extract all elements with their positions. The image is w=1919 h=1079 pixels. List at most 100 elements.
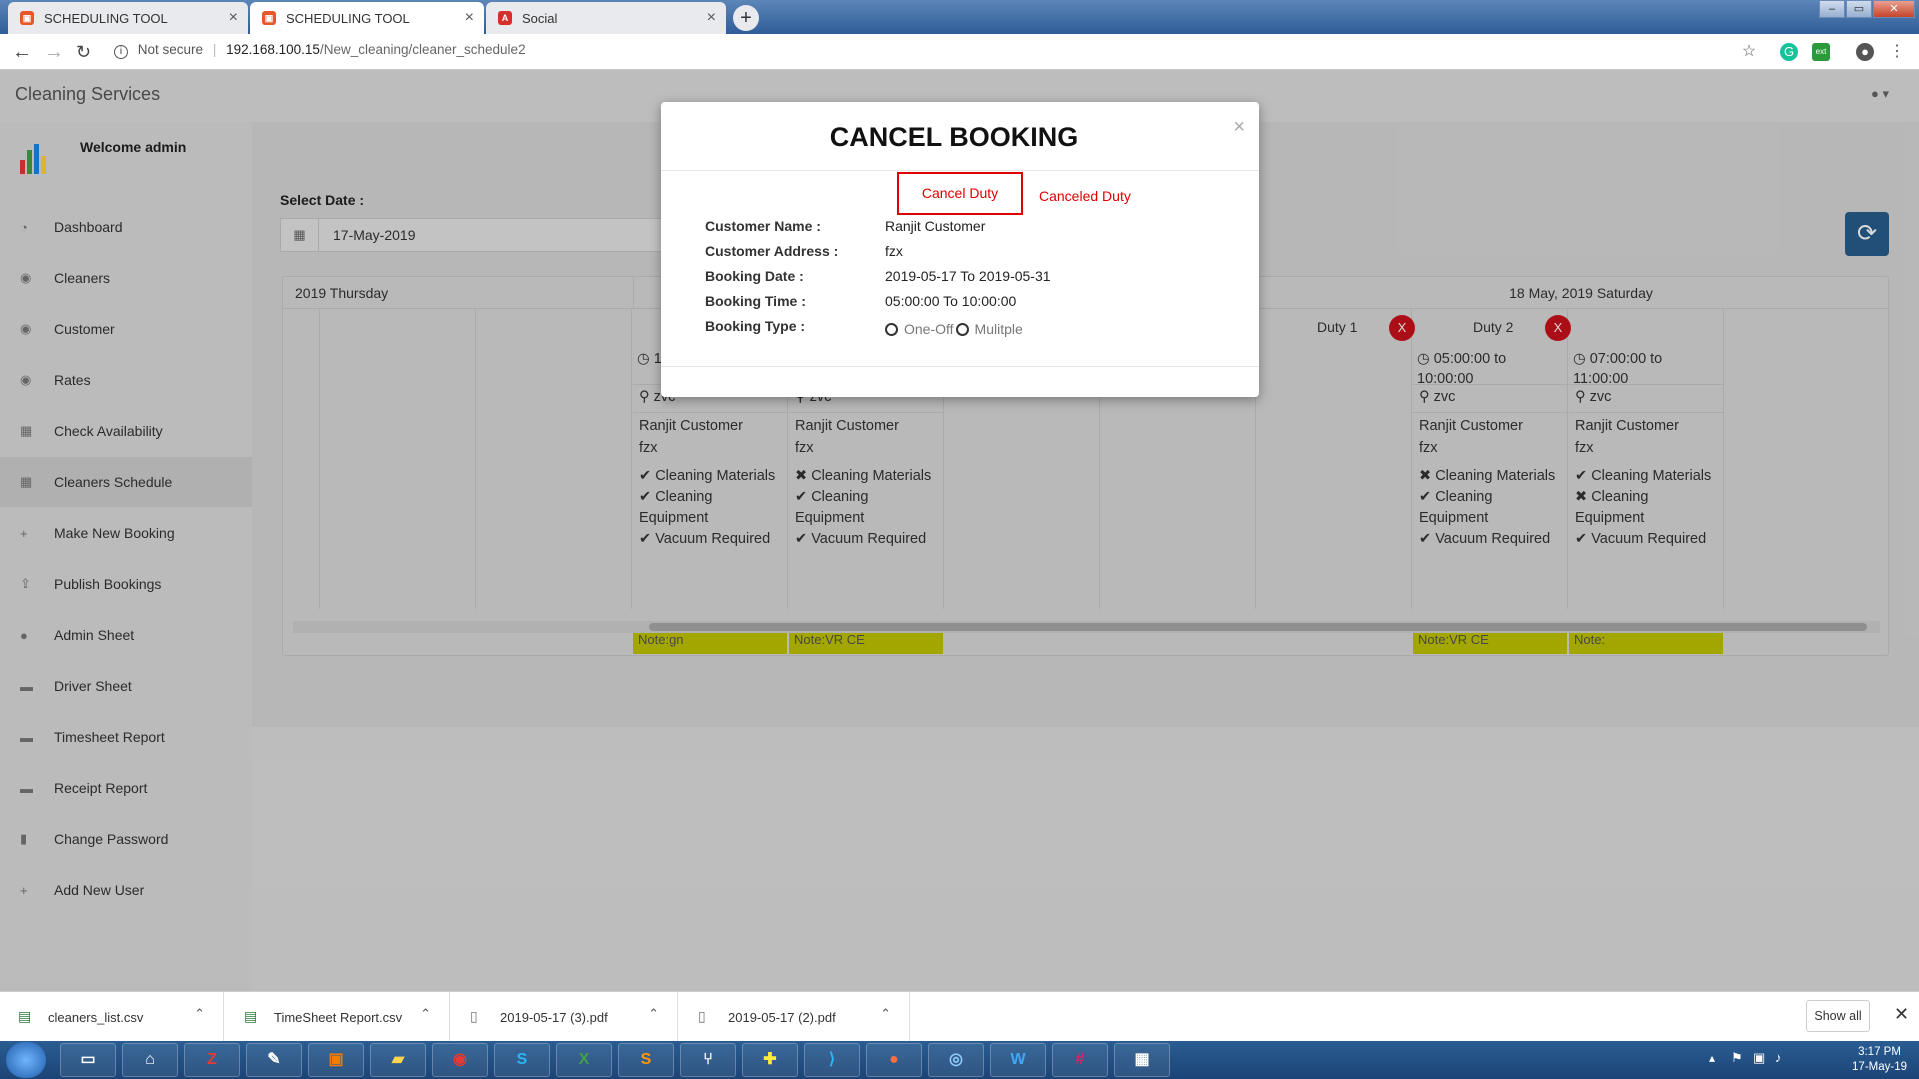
network-icon[interactable]: ▣ (1753, 1050, 1765, 1066)
csv-file-icon: ▤ (18, 1008, 32, 1024)
new-tab-button[interactable]: + (733, 5, 759, 31)
download-filename: TimeSheet Report.csv (274, 1009, 403, 1025)
customer-name-label: Customer Name : (705, 218, 821, 234)
explorer-taskbar-icon[interactable]: ▭ (60, 1043, 116, 1077)
pdf-file-icon: ▯ (470, 1008, 478, 1024)
one-off-radio[interactable] (885, 323, 898, 336)
chrome-taskbar-icon[interactable]: ◉ (432, 1043, 488, 1077)
modal-title: CANCEL BOOKING (829, 122, 1079, 152)
clock-time: 3:17 PM (1858, 1046, 1901, 1058)
excel-taskbar-icon[interactable]: X (556, 1043, 612, 1077)
booking-time-label: Booking Time : (705, 293, 806, 309)
tab-title: SCHEDULING TOOL (286, 10, 410, 26)
browser-menu-icon[interactable]: ⋮ (1888, 43, 1906, 61)
customer-name-value: Ranjit Customer (885, 218, 986, 234)
clock[interactable]: 3:17 PM 17-May-19 (1852, 1045, 1907, 1075)
chevron-up-icon[interactable]: ⌃ (420, 1006, 431, 1022)
browser-tab-1[interactable]: ▣ SCHEDULING TOOL × (8, 2, 248, 34)
browser-tab-3[interactable]: A Social × (486, 2, 726, 34)
sublime-taskbar-icon[interactable]: S (618, 1043, 674, 1077)
tab-title: Social (522, 10, 558, 26)
booking-date-label: Booking Date : (705, 268, 804, 284)
download-item[interactable]: ▯ 2019-05-17 (3).pdf ⌃ (452, 992, 678, 1042)
git-taskbar-icon[interactable]: ⑂ (680, 1043, 736, 1077)
clock-date: 17-May-19 (1852, 1061, 1907, 1073)
close-tab-icon[interactable]: × (707, 9, 716, 27)
download-filename: cleaners_list.csv (48, 1009, 144, 1025)
canceled-duty-link[interactable]: Canceled Duty (1039, 188, 1131, 204)
multiple-label: Mulitple (974, 321, 1023, 337)
close-icon[interactable]: × (1233, 116, 1245, 139)
forward-icon[interactable]: → (44, 41, 64, 64)
slack-taskbar-icon[interactable]: # (1052, 1043, 1108, 1077)
extension-icon[interactable]: ext (1812, 43, 1830, 61)
skype-taskbar-icon[interactable]: S (494, 1043, 550, 1077)
angular-favicon-icon: A (498, 11, 512, 25)
puzzle-taskbar-icon[interactable]: ✚ (742, 1043, 798, 1077)
url-separator: | (212, 42, 217, 57)
modal-footer-divider (661, 366, 1259, 367)
customer-address-label: Customer Address : (705, 243, 839, 259)
cancel-booking-modal: CANCEL BOOKING × Cancel Duty Canceled Du… (661, 102, 1259, 397)
folder-taskbar-icon[interactable]: ▰ (370, 1043, 426, 1077)
window-close-button[interactable]: ✕ (1873, 0, 1915, 18)
tab-title: SCHEDULING TOOL (44, 10, 168, 26)
booking-date-value: 2019-05-17 To 2019-05-31 (885, 268, 1051, 284)
close-tab-icon[interactable]: × (465, 9, 474, 27)
downloads-bar: ▤ cleaners_list.csv ⌃ ▤ TimeSheet Report… (0, 991, 1919, 1042)
postman-taskbar-icon[interactable]: ● (866, 1043, 922, 1077)
chevron-up-icon[interactable]: ⌃ (648, 1006, 659, 1022)
multiple-radio[interactable] (955, 323, 969, 336)
booking-type-label: Booking Type : (705, 318, 806, 334)
url-host: 192.168.100.15 (226, 42, 320, 57)
cancel-duty-button[interactable]: Cancel Duty (897, 172, 1023, 215)
calculator-taskbar-icon[interactable]: ▦ (1114, 1043, 1170, 1077)
vscode-taskbar-icon[interactable]: ⟩ (804, 1043, 860, 1077)
pdf-file-icon: ▯ (698, 1008, 706, 1024)
show-all-button[interactable]: Show all (1806, 1000, 1870, 1032)
download-item[interactable]: ▤ cleaners_list.csv ⌃ (0, 992, 224, 1042)
flag-icon[interactable]: ⚑ (1731, 1050, 1743, 1066)
system-tray: ▴ ⚑ ▣ ♪ 3:17 PM 17-May-19 (1699, 1041, 1919, 1079)
network-tool-taskbar-icon[interactable]: ⌂ (122, 1043, 178, 1077)
browser-tab-bar: ▣ SCHEDULING TOOL × ▣ SCHEDULING TOOL × … (0, 0, 1919, 34)
modal-divider (661, 170, 1259, 171)
word-taskbar-icon[interactable]: W (990, 1043, 1046, 1077)
app-favicon-icon: ▣ (262, 11, 276, 25)
security-label: Not secure (137, 42, 204, 57)
start-button[interactable] (6, 1042, 46, 1078)
browser-tab-2[interactable]: ▣ SCHEDULING TOOL × (250, 2, 484, 34)
download-item[interactable]: ▯ 2019-05-17 (2).pdf ⌃ (680, 992, 910, 1042)
chevron-up-icon[interactable]: ⌃ (880, 1006, 891, 1022)
bookmark-star-icon[interactable]: ☆ (1740, 43, 1758, 61)
customer-address-value: fzx (885, 243, 903, 259)
download-filename: 2019-05-17 (2).pdf (728, 1009, 836, 1025)
back-icon[interactable]: ← (12, 41, 32, 64)
booking-time-value: 05:00:00 To 10:00:00 (885, 293, 1017, 309)
close-tab-icon[interactable]: × (229, 9, 238, 27)
filezilla-taskbar-icon[interactable]: Z (184, 1043, 240, 1077)
chevron-up-icon[interactable]: ⌃ (194, 1006, 205, 1022)
browser-toolbar: ← → ↻ i Not secure | 192.168.100.15/New_… (0, 34, 1919, 70)
tray-expand-icon[interactable]: ▴ (1709, 1051, 1715, 1065)
download-filename: 2019-05-17 (3).pdf (500, 1009, 608, 1025)
url-path: /New_cleaning/cleaner_schedule2 (319, 42, 526, 57)
window-controls: – ▭ ✕ (1818, 0, 1915, 18)
volume-icon[interactable]: ♪ (1775, 1050, 1782, 1065)
minimize-button[interactable]: – (1819, 0, 1845, 18)
chrome-alt-taskbar-icon[interactable]: ◎ (928, 1043, 984, 1077)
app-favicon-icon: ▣ (20, 11, 34, 25)
maximize-button[interactable]: ▭ (1846, 0, 1872, 18)
reload-icon[interactable]: ↻ (76, 42, 91, 63)
close-downloads-icon[interactable]: ✕ (1894, 1004, 1909, 1025)
grammarly-icon[interactable]: G (1780, 43, 1798, 61)
xampp-taskbar-icon[interactable]: ▣ (308, 1043, 364, 1077)
windows-taskbar: ▭ ⌂ Z ✎ ▣ ▰ ◉ S X S ⑂ ✚ ⟩ ● ◎ W # ▦ ▴ ⚑ … (0, 1041, 1919, 1079)
notepad-taskbar-icon[interactable]: ✎ (246, 1043, 302, 1077)
address-bar[interactable]: i Not secure | 192.168.100.15/New_cleani… (114, 42, 526, 59)
profile-icon[interactable]: ● (1856, 43, 1874, 61)
info-icon[interactable]: i (114, 45, 128, 59)
booking-type-options: One-Off Mulitple (885, 321, 1245, 337)
download-item[interactable]: ▤ TimeSheet Report.csv ⌃ (226, 992, 450, 1042)
one-off-label: One-Off (904, 321, 954, 337)
